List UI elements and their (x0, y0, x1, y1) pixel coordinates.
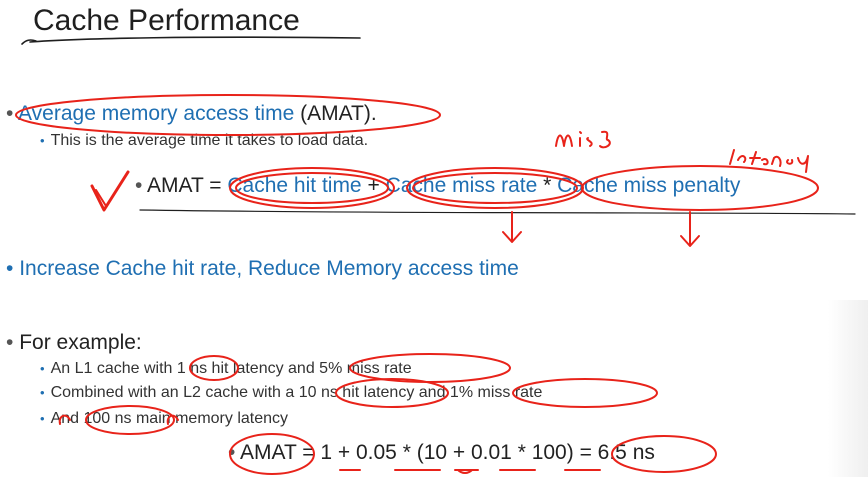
example-item-l2: • Combined with an L2 cache with a 10 ns … (40, 384, 542, 402)
formula-term-miss-rate: Cache miss rate (385, 174, 538, 197)
example-item-memory: • And 100 ns main memory latency (40, 410, 288, 428)
bullet-for-example: • For example: (6, 331, 142, 355)
bullet-marker: • (135, 174, 143, 197)
bullet-marker: • (40, 385, 45, 400)
bullet-marker: • (228, 441, 236, 464)
formula-term-miss-penalty: Cache miss penalty (557, 174, 741, 197)
bullet-marker: • (40, 411, 45, 426)
increase-line-text: Increase Cache hit rate, Reduce Memory a… (19, 257, 519, 280)
arrow-under-miss-penalty (680, 211, 700, 247)
amat-highlight-text: Average memory access time (18, 102, 295, 125)
formula-op-plus: + (361, 174, 386, 197)
formula-prefix: AMAT = (147, 174, 228, 197)
example-item-text: An L1 cache with 1 ns hit latency and 5%… (50, 360, 412, 377)
bullet-marker: • (40, 361, 45, 376)
amat-rest-text: (AMAT). (294, 102, 377, 125)
formula-term-hit-time: Cache hit time (227, 174, 362, 197)
title-underline-hook (21, 39, 37, 45)
formula-op-times: * (537, 174, 558, 197)
amat-description: This is the average time it takes to loa… (50, 132, 369, 149)
example-formula: • AMAT = 1 + 0.05 * (10 + 0.01 * 100) = … (228, 441, 655, 465)
window-edge-shade (828, 300, 868, 477)
underline-curl (457, 469, 473, 474)
amat-formula: • AMAT = Cache hit time + Cache miss rat… (135, 174, 740, 198)
example-item-l1: • An L1 cache with 1 ns hit latency and 5… (40, 360, 412, 378)
handwritten-latency (729, 149, 809, 173)
example-item-text: Combined with an L2 cache with a 10 ns h… (50, 384, 543, 401)
bullet-marker: • (6, 257, 14, 280)
title-underline-ink (21, 36, 361, 45)
bullet-marker: • (6, 102, 14, 125)
ink-annotations (15, 36, 856, 475)
checkmark-ink (90, 170, 130, 212)
bullet-increase-hit-rate: • Increase Cache hit rate, Reduce Memory… (6, 257, 519, 281)
formula-underline (139, 209, 856, 215)
checkmark-ink-extra (95, 189, 107, 207)
sub-bullet-amat-desc: • This is the average time it takes to lo… (40, 132, 368, 150)
handwritten-miss (555, 130, 611, 149)
bullet-marker: • (40, 133, 45, 148)
example-item-text: And 100 ns main memory latency (50, 410, 289, 427)
example-heading: For example: (19, 331, 142, 354)
bullet-marker: • (6, 331, 14, 354)
example-formula-text: AMAT = 1 + 0.05 * (10 + 0.01 * 100) = 6.… (240, 441, 655, 464)
bullet-amat-definition: • Average memory access time (AMAT). (6, 102, 377, 126)
page-title: Cache Performance (33, 4, 300, 37)
arrow-under-miss-rate (502, 211, 522, 243)
